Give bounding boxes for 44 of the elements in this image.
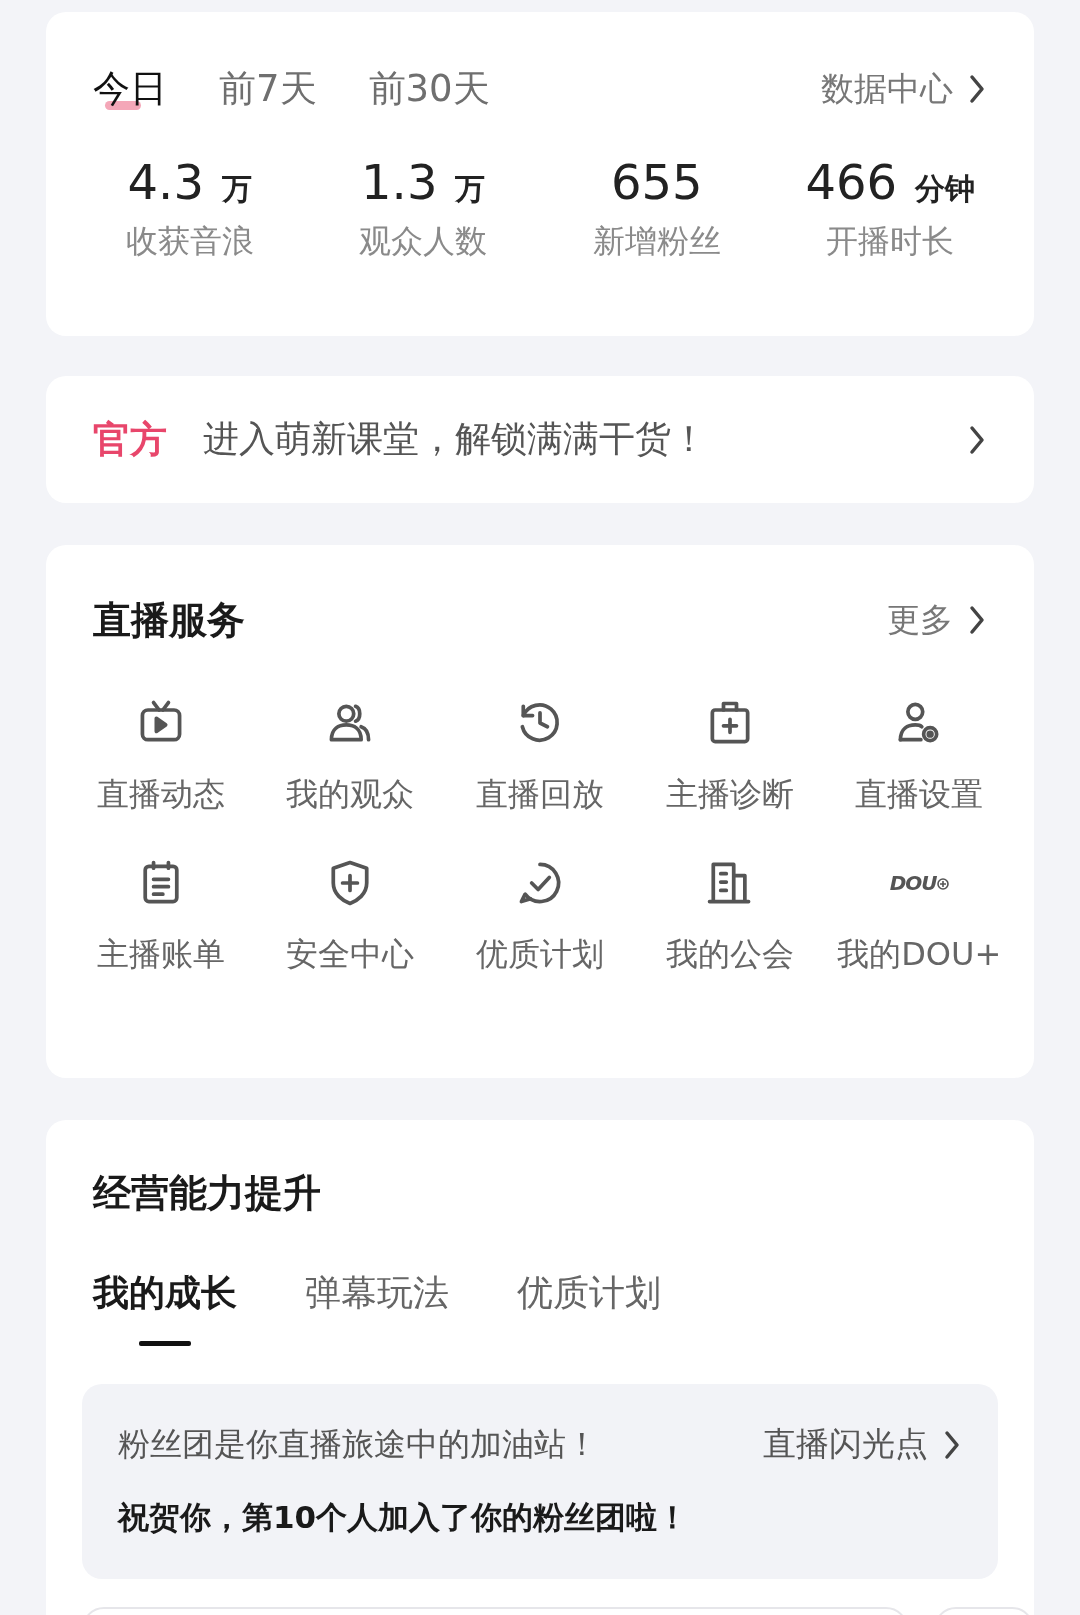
stat-unit: 分钟 <box>915 170 976 208</box>
growth-tab[interactable]: 我的成长 <box>93 1268 237 1346</box>
service-item[interactable]: DOU 我的DOU+ <box>824 855 1014 977</box>
link-text[interactable]: 数据中心 <box>821 66 953 112</box>
stat-value: 1.3 <box>361 153 438 212</box>
period-tab[interactable]: 前30天 <box>368 64 490 114</box>
notice-message: 祝贺你，第10个人加入了你的粉丝团啦！ <box>118 1498 690 1537</box>
service-item[interactable]: 我的公会 <box>634 855 825 977</box>
growth-tab[interactable]: 优质计划 <box>517 1268 661 1346</box>
highlights-link[interactable]: 直播闪光点 <box>763 1422 962 1467</box>
stat-label: 开播时长 <box>826 221 955 262</box>
section-title: 直播服务 <box>93 596 245 644</box>
banner-text: 进入萌新课堂，解锁满满干货！ <box>203 417 707 461</box>
period-tab[interactable]: 前7天 <box>219 64 317 114</box>
stat-label: 新增粉丝 <box>592 221 721 262</box>
chevron-right-icon <box>967 423 987 456</box>
service-item[interactable]: 主播账单 <box>66 855 256 977</box>
stat-value: 4.3 <box>127 153 204 212</box>
stat-label: 收获音浪 <box>125 221 254 262</box>
service-item[interactable]: 优质计划 <box>445 855 635 977</box>
service-item[interactable]: 我的观众 <box>255 695 446 817</box>
official-tag: 官方 <box>93 414 167 465</box>
chevron-right-icon <box>967 604 987 636</box>
period-tab[interactable]: 今日 <box>93 64 167 114</box>
stat-value: 466 <box>805 153 898 212</box>
link-text[interactable]: 更多 <box>887 597 953 643</box>
stat-value: 655 <box>610 153 703 212</box>
link-text[interactable]: 直播闪光点 <box>763 1422 928 1467</box>
service-item[interactable]: 直播设置 <box>824 695 1014 817</box>
section-title: 经营能力提升 <box>91 1170 322 1217</box>
growth-tab[interactable]: 弹幕玩法 <box>305 1268 449 1346</box>
service-item[interactable]: 安全中心 <box>255 855 446 977</box>
stat-unit: 万 <box>221 170 252 208</box>
stat-label: 观众人数 <box>359 221 488 262</box>
stat-unit: 万 <box>455 170 486 208</box>
service-item[interactable]: 直播动态 <box>66 695 256 817</box>
chevron-right-icon <box>967 73 987 105</box>
chevron-right-icon <box>942 1428 962 1461</box>
service-item[interactable]: 主播诊断 <box>634 695 825 817</box>
notice-text: 粉丝团是你直播旅途中的加油站！ <box>118 1423 598 1465</box>
service-item[interactable]: 直播回放 <box>445 695 635 817</box>
more-link[interactable]: 更多 <box>887 597 987 643</box>
data-center-link[interactable]: 数据中心 <box>821 66 987 112</box>
banner-card[interactable]: 官方 进入萌新课堂，解锁满满干货！ <box>46 376 1034 503</box>
